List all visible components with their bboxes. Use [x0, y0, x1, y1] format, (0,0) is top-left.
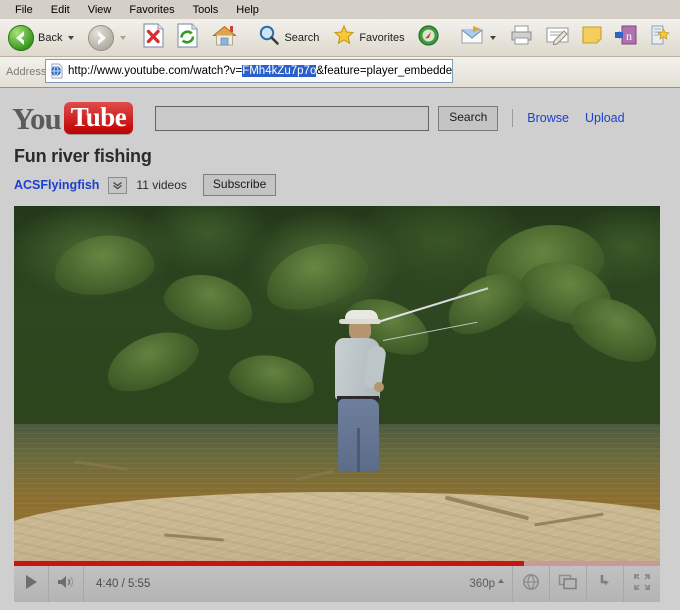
- print-button[interactable]: [505, 20, 538, 56]
- edit-page-icon: [545, 24, 570, 51]
- printer-icon: [509, 24, 534, 51]
- youtube-logo[interactable]: You Tube: [12, 100, 134, 136]
- menu-item-edit[interactable]: Edit: [42, 2, 79, 18]
- scene-sandbank: [14, 492, 660, 561]
- header-divider: [512, 109, 514, 127]
- onenote-button[interactable]: n: [610, 20, 642, 56]
- share-arrow-icon: [596, 573, 614, 596]
- forward-button[interactable]: [84, 20, 130, 56]
- star-icon: [333, 24, 355, 51]
- player-controls-left: 4:40 / 5:55: [14, 566, 150, 602]
- logo-tube-text: Tube: [70, 102, 127, 132]
- player-controls: 4:40 / 5:55 360p: [14, 561, 660, 602]
- note-icon: [581, 24, 603, 51]
- video-frame[interactable]: [14, 206, 660, 561]
- page-title: Fun river fishing: [14, 146, 152, 166]
- player-controls-right: 360p: [469, 566, 660, 602]
- media-button[interactable]: [413, 20, 444, 56]
- menu-item-tools[interactable]: Tools: [184, 2, 228, 18]
- stop-button[interactable]: [138, 20, 169, 56]
- subscribe-button[interactable]: Subscribe: [202, 174, 277, 196]
- back-label: Back: [38, 31, 63, 44]
- time-display: 4:40 / 5:55: [96, 578, 151, 590]
- onenote-icon: n: [614, 24, 638, 51]
- progress-fill: [14, 561, 524, 566]
- address-input[interactable]: http://www.youtube.com/watch?v=FMh4kZu7p…: [45, 59, 453, 83]
- url-selected-video-id: FMh4kZu7p7o: [242, 65, 317, 77]
- home-icon: [211, 23, 238, 53]
- scene-fisherman: [325, 287, 489, 490]
- webpage-content: You Tube Search Browse Upload Fun river …: [0, 88, 680, 610]
- menu-bar: File Edit View Favorites Tools Help: [0, 0, 680, 19]
- research-icon: [649, 24, 671, 51]
- url-suffix: &feature=player_embedded: [316, 65, 452, 77]
- chevron-down-icon[interactable]: [108, 176, 128, 194]
- search-input[interactable]: [155, 105, 430, 131]
- back-history-chevron-icon[interactable]: [68, 35, 75, 40]
- play-button[interactable]: [14, 566, 49, 602]
- edit-page-button[interactable]: [541, 20, 574, 56]
- media-icon: [417, 24, 440, 52]
- fullscreen-button[interactable]: [623, 566, 660, 602]
- play-icon: [24, 574, 38, 595]
- scene-hand: [374, 382, 384, 392]
- share-button[interactable]: [586, 566, 623, 602]
- video-player[interactable]: 4:40 / 5:55 360p: [14, 206, 660, 602]
- stop-icon: [142, 22, 165, 53]
- browser-toolbar: Back Search Favorites n: [0, 19, 680, 57]
- mail-chevron-icon[interactable]: [489, 35, 496, 40]
- search-toolbar-button[interactable]: Search: [254, 20, 323, 56]
- scene-leg-split: [357, 428, 360, 472]
- uploader-link[interactable]: ACSFlyingfish: [14, 178, 99, 192]
- fullscreen-icon: [633, 573, 651, 596]
- captions-globe-icon: [522, 573, 540, 596]
- youtube-masthead: You Tube Search Browse Upload: [0, 88, 680, 142]
- url-prefix: http://www.youtube.com/watch?v=: [68, 65, 243, 77]
- upload-link[interactable]: Upload: [585, 111, 625, 125]
- mail-icon: [460, 24, 484, 51]
- progress-bar[interactable]: [14, 561, 660, 566]
- svg-text:n: n: [626, 29, 632, 43]
- volume-button[interactable]: [49, 566, 84, 602]
- logo-you-text: You: [12, 100, 62, 136]
- magnifier-icon: [258, 24, 280, 51]
- address-label: Address: [6, 66, 47, 78]
- search-toolbar-label: Search: [284, 31, 320, 44]
- video-meta-row: ACSFlyingfish 11 videos Subscribe: [0, 167, 680, 196]
- page-globe-icon: [49, 63, 65, 79]
- notes-button[interactable]: [577, 20, 607, 56]
- forward-history-chevron-icon: [120, 35, 127, 40]
- popout-button[interactable]: [549, 566, 586, 602]
- forward-arrow-icon: [88, 24, 115, 51]
- favorites-toolbar-button[interactable]: Favorites: [329, 20, 408, 56]
- volume-icon: [56, 574, 76, 595]
- scene-hat-brim: [339, 319, 381, 324]
- menu-item-help[interactable]: Help: [227, 2, 268, 18]
- menu-item-view[interactable]: View: [79, 2, 121, 18]
- refresh-button[interactable]: [172, 20, 203, 56]
- search-button[interactable]: Search: [438, 105, 499, 131]
- refresh-icon: [176, 22, 199, 53]
- browser-window: File Edit View Favorites Tools Help Back: [0, 0, 680, 610]
- logo-tube-badge: Tube: [63, 102, 134, 134]
- address-bar: Address http://www.youtube.com/watch?v=F…: [0, 57, 680, 88]
- mail-button[interactable]: [456, 20, 500, 56]
- research-button[interactable]: [645, 20, 675, 56]
- captions-button[interactable]: [512, 566, 549, 602]
- home-button[interactable]: [207, 20, 242, 56]
- favorites-toolbar-label: Favorites: [359, 31, 405, 44]
- caret-up-icon[interactable]: [498, 579, 504, 583]
- popout-icon: [558, 573, 578, 596]
- video-count-label: 11 videos: [136, 178, 187, 192]
- back-button[interactable]: Back: [4, 20, 78, 56]
- menu-item-favorites[interactable]: Favorites: [120, 2, 183, 18]
- browse-link[interactable]: Browse: [527, 111, 569, 125]
- menu-item-file[interactable]: File: [6, 2, 42, 18]
- back-arrow-icon: [8, 24, 34, 51]
- quality-label[interactable]: 360p: [469, 578, 497, 590]
